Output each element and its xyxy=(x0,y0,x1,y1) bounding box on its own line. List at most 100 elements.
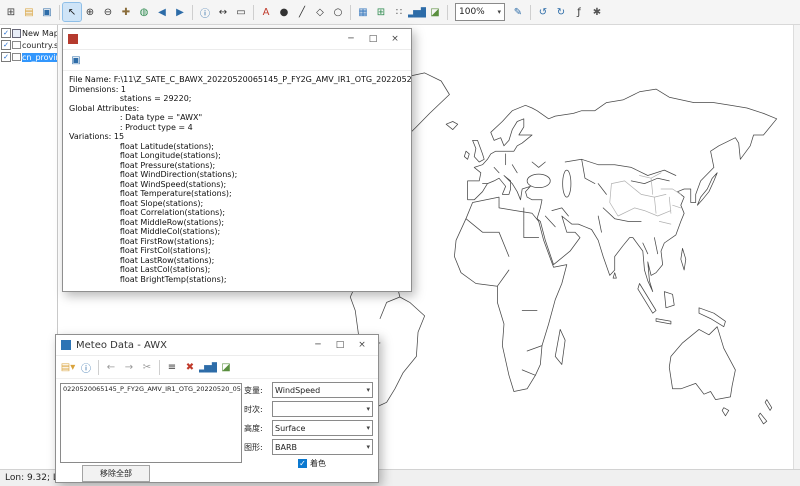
zoom-in-tool-icon[interactable]: ⊕ xyxy=(81,3,99,21)
plot-chart-icon[interactable]: ▂▅▇ xyxy=(199,358,217,376)
level-select[interactable]: Surface ▾ xyxy=(272,420,373,436)
zoom-previous-icon[interactable]: ◀ xyxy=(153,3,171,21)
draw-circle-icon[interactable]: ○ xyxy=(329,3,347,21)
redo-icon[interactable]: ↻ xyxy=(552,3,570,21)
level-value: Surface xyxy=(275,424,305,433)
draw-point-icon[interactable]: ● xyxy=(275,3,293,21)
caspian-sea-outline xyxy=(563,170,571,197)
close-button[interactable]: × xyxy=(351,336,373,354)
metadata-line: float MiddleCol(stations); xyxy=(69,227,405,237)
metadata-line: File Name: F:\11\Z_SATE_C_BAWX_202205200… xyxy=(69,75,405,85)
meteo-dialog-body: 0220520065145_P_FY2G_AMV_IR1_OTG_2022052… xyxy=(56,379,378,482)
open-project-icon[interactable]: ▤ xyxy=(20,3,38,21)
data-info-icon[interactable]: ⓘ xyxy=(77,358,95,376)
graphic-label: 图形: xyxy=(244,442,272,453)
station-data-icon[interactable]: ∷ xyxy=(390,3,408,21)
variable-label: 变量: xyxy=(244,385,272,396)
select-tool-icon[interactable]: ↖ xyxy=(63,3,81,21)
legend-item-map-frame[interactable]: ✓ New Map Fram... xyxy=(0,27,57,39)
zoom-next-icon[interactable]: ▶ xyxy=(171,3,189,21)
graphic-value: BARB xyxy=(275,443,297,452)
chevron-down-icon: ▾ xyxy=(366,386,370,394)
time-label: 时次: xyxy=(244,404,272,415)
meteo-data-manager-icon[interactable]: ▦ xyxy=(354,3,372,21)
plot-settings-form: 变量: WindSpeed ▾ 时次: ▾ 高度: Su xyxy=(244,382,373,469)
toolbar-separator xyxy=(159,360,160,375)
edit-vertices-icon[interactable]: ✎ xyxy=(509,3,527,21)
shade-option[interactable]: ✓ 着色 xyxy=(298,458,373,469)
save-text-icon[interactable]: ▣ xyxy=(67,51,85,69)
metadata-line: float Temperature(stations); xyxy=(69,189,405,199)
chevron-down-icon: ▾ xyxy=(366,405,370,413)
dialog-icon xyxy=(68,34,78,44)
legend-item-province-layer[interactable]: ✓ cn_province.s... xyxy=(0,51,57,63)
legend-item-label[interactable]: New Map Fram... xyxy=(22,29,57,38)
file-list-item[interactable]: 0220520065145_P_FY2G_AMV_IR1_OTG_2022052… xyxy=(63,385,242,393)
polygon-layer-icon xyxy=(12,41,21,49)
metadata-line: float BrightTemp(stations); xyxy=(69,275,405,285)
cn-province-layer xyxy=(610,173,681,224)
window-icon[interactable]: ⊞ xyxy=(2,3,20,21)
close-button[interactable]: × xyxy=(384,30,406,48)
graphic-select[interactable]: BARB ▾ xyxy=(272,439,373,455)
script-console-icon[interactable]: ƒ xyxy=(570,3,588,21)
polygon-layer-icon xyxy=(12,53,21,61)
draw-polygon-icon[interactable]: ◇ xyxy=(311,3,329,21)
zoom-level-combobox[interactable]: 100% ▾ xyxy=(455,3,505,21)
toolbar-separator xyxy=(530,5,531,20)
legend-item-country-layer[interactable]: ✓ country.shp xyxy=(0,39,57,51)
shade-checkbox[interactable]: ✓ xyxy=(298,459,307,468)
settings-icon[interactable]: ✱ xyxy=(588,3,606,21)
layer-checkbox[interactable]: ✓ xyxy=(1,28,11,38)
variable-select[interactable]: WindSpeed ▾ xyxy=(272,382,373,398)
select-features-icon[interactable]: ▭ xyxy=(232,3,250,21)
meteo-dialog-toolbar: ▤▾ⓘ ←→✂ ≡✖▂▅▇◪ xyxy=(56,356,378,379)
remove-all-button[interactable]: 移除全部 xyxy=(82,465,150,482)
maximize-button[interactable]: □ xyxy=(329,336,351,354)
minimize-button[interactable]: ─ xyxy=(307,336,329,354)
metadata-line: float Correlation(stations); xyxy=(69,208,405,218)
time-select[interactable]: ▾ xyxy=(272,401,373,417)
chart-icon[interactable]: ▂▅▇ xyxy=(408,3,426,21)
maximize-button[interactable]: □ xyxy=(362,30,384,48)
legend-item-label[interactable]: cn_province.s... xyxy=(22,53,57,62)
metadata-line: float LastRow(stations); xyxy=(69,256,405,266)
application-window: ⊞▤▣↖⊕⊖✚◍◀▶ⓘ↔▭A●╱◇○▦⊞∷▂▅▇◪ 100% ▾ ✎↺↻ƒ✱ ✓… xyxy=(0,0,800,486)
grid-data-icon[interactable]: ⊞ xyxy=(372,3,390,21)
clip-data-icon[interactable]: ✂ xyxy=(138,358,156,376)
zoom-level-value: 100% xyxy=(459,7,485,17)
metadata-text: File Name: F:\11\Z_SATE_C_BAWX_202205200… xyxy=(63,71,411,288)
next-time-icon[interactable]: → xyxy=(120,358,138,376)
data-info-titlebar[interactable]: ─ □ × xyxy=(63,29,411,50)
shade-checkbox-label[interactable]: 着色 xyxy=(310,458,326,469)
data-list-icon[interactable]: ≡ xyxy=(163,358,181,376)
label-icon[interactable]: A xyxy=(257,3,275,21)
full-extent-icon[interactable]: ◍ xyxy=(135,3,153,21)
toolbar-separator xyxy=(350,5,351,20)
meteo-dialog-titlebar[interactable]: Meteo Data - AWX ─ □ × xyxy=(56,335,378,356)
remove-data-icon[interactable]: ✖ xyxy=(181,358,199,376)
layer-checkbox[interactable]: ✓ xyxy=(1,40,11,50)
identify-icon[interactable]: ⓘ xyxy=(196,3,214,21)
metadata-line: Dimensions: 1 xyxy=(69,85,405,95)
legend-item-label[interactable]: country.shp xyxy=(22,41,57,50)
toolbar-separator xyxy=(59,5,60,20)
metadata-line: float MiddleRow(stations); xyxy=(69,218,405,228)
previous-time-icon[interactable]: ← xyxy=(102,358,120,376)
save-project-icon[interactable]: ▣ xyxy=(38,3,56,21)
open-data-icon[interactable]: ▤▾ xyxy=(59,358,77,376)
zoom-out-tool-icon[interactable]: ⊖ xyxy=(99,3,117,21)
metadata-line: float Longitude(stations); xyxy=(69,151,405,161)
measure-icon[interactable]: ↔ xyxy=(214,3,232,21)
meteo-data-dialog: Meteo Data - AWX ─ □ × ▤▾ⓘ ←→✂ ≡✖▂▅▇◪ 0220… xyxy=(55,334,379,483)
metadata-line: float Slope(stations); xyxy=(69,199,405,209)
pan-tool-icon[interactable]: ✚ xyxy=(117,3,135,21)
export-image-icon[interactable]: ◪ xyxy=(217,358,235,376)
minimize-button[interactable]: ─ xyxy=(340,30,362,48)
draw-polyline-icon[interactable]: ╱ xyxy=(293,3,311,21)
undo-icon[interactable]: ↺ xyxy=(534,3,552,21)
layer-checkbox[interactable]: ✓ xyxy=(1,52,11,62)
dialog-icon xyxy=(61,340,71,350)
opened-files-list[interactable]: 0220520065145_P_FY2G_AMV_IR1_OTG_2022052… xyxy=(60,383,242,463)
image-export-icon[interactable]: ◪ xyxy=(426,3,444,21)
